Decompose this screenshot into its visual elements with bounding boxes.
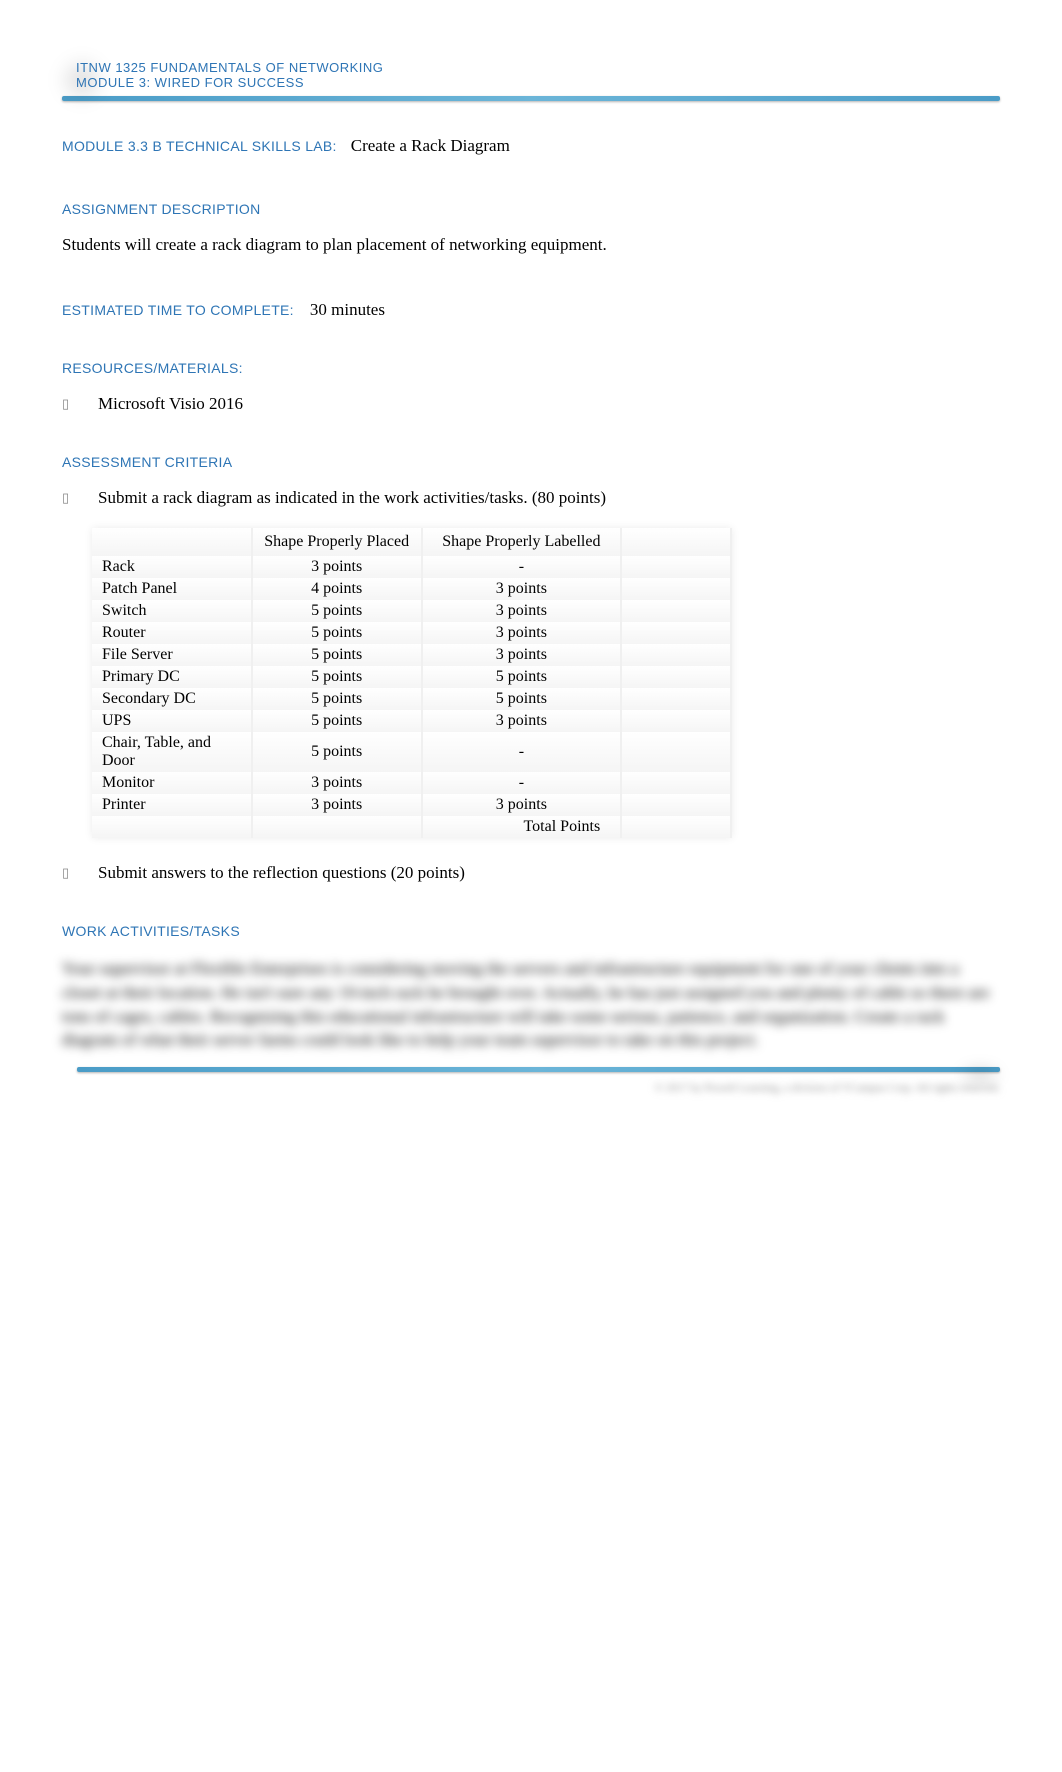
table-header-extra <box>621 528 731 556</box>
table-row: Chair, Table, and Door 5 points - <box>92 732 731 772</box>
cell-extra <box>621 644 731 666</box>
cell-labelled: 3 points <box>422 794 622 816</box>
cell-item: Printer <box>92 794 252 816</box>
work-activities-heading: WORK ACTIVITIES/TASKS <box>62 923 1000 939</box>
cell-placed: 5 points <box>252 710 422 732</box>
cell-item: UPS <box>92 710 252 732</box>
cell-item: Rack <box>92 556 252 578</box>
total-label: Total Points <box>422 816 622 838</box>
table-row: Switch 5 points 3 points <box>92 600 731 622</box>
resources-list: Microsoft Visio 2016 <box>62 394 1000 414</box>
cell-item: Switch <box>92 600 252 622</box>
cell-labelled: - <box>422 772 622 794</box>
assignment-description: Students will create a rack diagram to p… <box>62 235 1000 255</box>
list-item: Submit answers to the reflection questio… <box>88 863 1000 883</box>
cell-item: File Server <box>92 644 252 666</box>
time-row: ESTIMATED TIME TO COMPLETE: 30 minutes <box>62 300 1000 320</box>
cell-item: Patch Panel <box>92 578 252 600</box>
table-row: Printer 3 points 3 points <box>92 794 731 816</box>
table-row: UPS 5 points 3 points <box>92 710 731 732</box>
cell-placed: 3 points <box>252 772 422 794</box>
cell-placed: 5 points <box>252 666 422 688</box>
table-row: Patch Panel 4 points 3 points <box>92 578 731 600</box>
cell-labelled: 5 points <box>422 688 622 710</box>
table-row: Secondary DC 5 points 5 points <box>92 688 731 710</box>
cell-item: Secondary DC <box>92 688 252 710</box>
assignment-heading: ASSIGNMENT DESCRIPTION <box>62 201 1000 217</box>
cell-labelled: 3 points <box>422 710 622 732</box>
cell-placed: 5 points <box>252 622 422 644</box>
lab-label: MODULE 3.3 B TECHNICAL SKILLS LAB: <box>62 138 337 154</box>
table-row: Rack 3 points - <box>92 556 731 578</box>
cell-item: Router <box>92 622 252 644</box>
cell-item: Monitor <box>92 772 252 794</box>
cell-extra <box>621 732 731 772</box>
table-row: Router 5 points 3 points <box>92 622 731 644</box>
cell-placed: 5 points <box>252 732 422 772</box>
cell-labelled: 3 points <box>422 644 622 666</box>
work-activities-blurred: Your supervisor at Flexible Enterprises … <box>62 957 1000 1052</box>
document-header: ITNW 1325 FUNDAMENTALS OF NETWORKING MOD… <box>62 60 1000 101</box>
table-total-row: Total Points <box>92 816 731 838</box>
cell-extra <box>621 666 731 688</box>
lab-title: Create a Rack Diagram <box>351 136 510 155</box>
cell-labelled: 5 points <box>422 666 622 688</box>
cell-item: Primary DC <box>92 666 252 688</box>
lab-title-row: MODULE 3.3 B TECHNICAL SKILLS LAB: Creat… <box>62 136 1000 156</box>
table-row: File Server 5 points 3 points <box>92 644 731 666</box>
header-module-title: MODULE 3: WIRED FOR SUCCESS <box>76 75 1000 90</box>
grading-table: Shape Properly Placed Shape Properly Lab… <box>92 528 732 838</box>
header-divider <box>62 96 1000 101</box>
cell-extra <box>621 772 731 794</box>
table-row: Monitor 3 points - <box>92 772 731 794</box>
table-header-labelled: Shape Properly Labelled <box>422 528 622 556</box>
assessment-list-1: Submit a rack diagram as indicated in th… <box>62 488 1000 508</box>
time-label: ESTIMATED TIME TO COMPLETE: <box>62 302 294 318</box>
assessment-heading: ASSESSMENT CRITERIA <box>62 454 1000 470</box>
cell-placed: 3 points <box>252 794 422 816</box>
cell-labelled: 3 points <box>422 600 622 622</box>
cell-extra <box>621 600 731 622</box>
cell-labelled: 3 points <box>422 622 622 644</box>
assessment-list-2: Submit answers to the reflection questio… <box>62 863 1000 883</box>
cell-extra <box>621 794 731 816</box>
document-footer: © 2017 by Prosoft Learning, a division o… <box>62 1067 1000 1094</box>
cell-placed: 4 points <box>252 578 422 600</box>
time-value: 30 minutes <box>310 300 385 319</box>
list-item: Submit a rack diagram as indicated in th… <box>88 488 1000 508</box>
cell-extra <box>621 710 731 732</box>
cell-extra <box>621 578 731 600</box>
cell-placed: 3 points <box>252 556 422 578</box>
cell-labelled: - <box>422 732 622 772</box>
resources-heading: RESOURCES/MATERIALS: <box>62 360 1000 376</box>
cell-labelled: - <box>422 556 622 578</box>
table-header-empty <box>92 528 252 556</box>
cell-item: Chair, Table, and Door <box>92 732 252 772</box>
table-header-placed: Shape Properly Placed <box>252 528 422 556</box>
cell-placed: 5 points <box>252 644 422 666</box>
cell-placed: 5 points <box>252 600 422 622</box>
table-row: Primary DC 5 points 5 points <box>92 666 731 688</box>
cell-placed: 5 points <box>252 688 422 710</box>
header-course-title: ITNW 1325 FUNDAMENTALS OF NETWORKING <box>76 60 1000 75</box>
cell-extra <box>621 556 731 578</box>
cell-labelled: 3 points <box>422 578 622 600</box>
cell-extra <box>621 688 731 710</box>
footer-copyright: © 2017 by Prosoft Learning, a division o… <box>62 1082 1000 1094</box>
cell-extra <box>621 622 731 644</box>
list-item: Microsoft Visio 2016 <box>88 394 1000 414</box>
